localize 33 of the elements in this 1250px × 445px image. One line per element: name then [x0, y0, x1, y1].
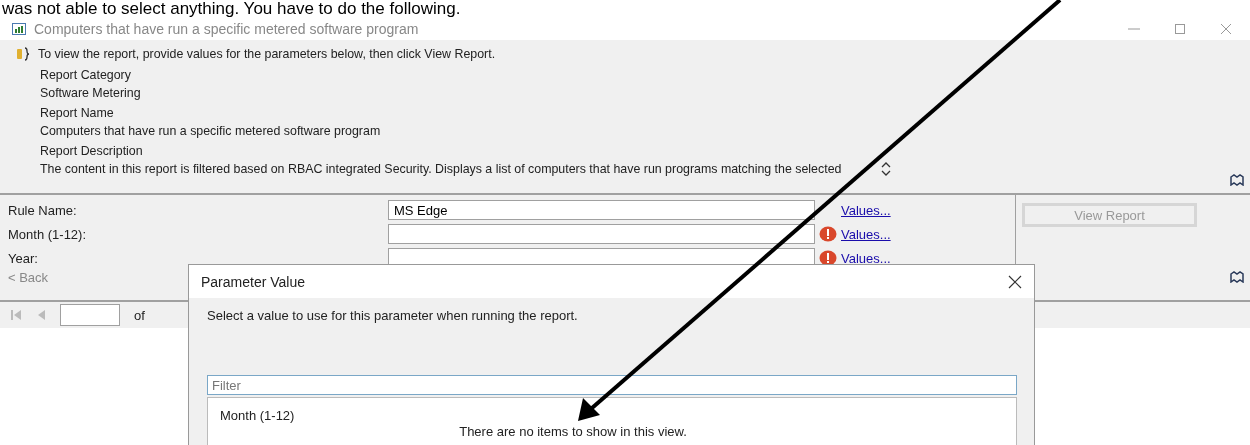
field-label: Report Name — [40, 105, 115, 122]
scroll-arrows-icon[interactable] — [881, 162, 892, 176]
dialog-instruction: Select a value to use for this parameter when running the report. — [207, 308, 579, 325]
maximize-icon[interactable] — [1174, 23, 1186, 35]
first-page-icon[interactable] — [10, 309, 22, 321]
values-link[interactable]: Values... — [841, 202, 1015, 218]
empty-message: There are no items to show in this view. — [459, 424, 687, 439]
field-value: Software Metering — [40, 85, 142, 102]
list-column-header: Month (1-12) — [220, 408, 295, 424]
parameter-label: Year: — [7, 250, 39, 266]
values-link[interactable]: Values... — [841, 226, 1015, 242]
close-icon[interactable] — [1008, 274, 1022, 289]
previous-page-icon[interactable] — [36, 309, 46, 321]
info-message: To view the report, provide values for the parameters below, then click View Report. — [38, 47, 496, 61]
dialog-title: Parameter Value — [201, 273, 305, 290]
info-icon — [16, 47, 30, 61]
field-value: Computers that have run a specific metered software program — [40, 123, 382, 140]
parameter-label: Rule Name: — [7, 202, 78, 218]
field-label: Report Category — [40, 67, 132, 84]
values-link[interactable]: Values... — [841, 250, 1015, 266]
window-title: Computers that have run a specific metered software program — [34, 21, 420, 37]
parameter-field[interactable]: MS Edge — [388, 200, 815, 220]
toggle-pane-icon[interactable] — [1230, 271, 1244, 283]
field-label: Report Description — [40, 143, 144, 160]
parameter-field[interactable] — [388, 224, 815, 244]
filter-field[interactable]: Filter — [207, 375, 1017, 395]
page-number-field[interactable] — [60, 304, 120, 326]
parameter-label: Month (1-12): — [7, 226, 88, 242]
of-label: of — [134, 307, 145, 323]
toggle-pane-icon[interactable] — [1230, 174, 1244, 186]
document-text: was not able to select anything. You have to do the following. — [1, 0, 462, 18]
report-icon — [12, 23, 26, 35]
field-value: The content in this report is filtered based on RBAC integrated Security. Displays a list of computers that have run programs matching the selected — [40, 161, 842, 178]
